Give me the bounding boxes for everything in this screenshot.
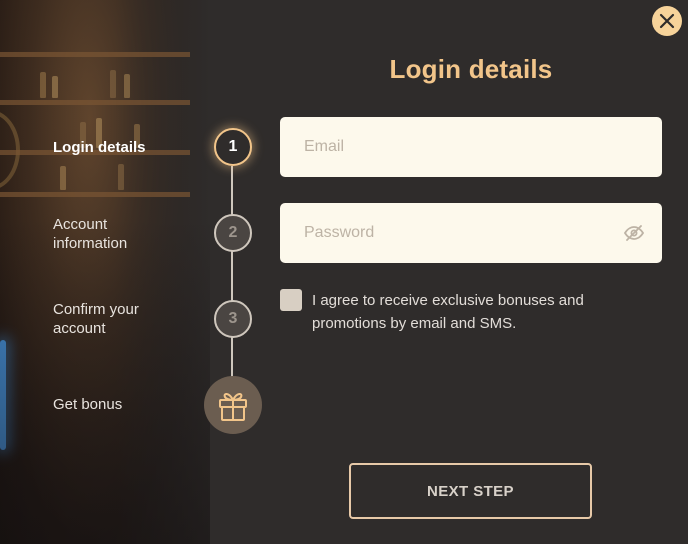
step-number: 1 (228, 138, 238, 155)
eye-off-icon (624, 225, 644, 241)
password-visibility-toggle[interactable] (622, 222, 646, 244)
step-1-indicator: 1 (214, 128, 252, 166)
email-input[interactable] (280, 117, 662, 177)
next-step-button[interactable]: NEXT STEP (349, 463, 592, 519)
step-number: 3 (228, 310, 238, 327)
gift-icon (219, 393, 247, 421)
step-3-indicator: 3 (214, 300, 252, 338)
step-label-login-details: Login details (53, 139, 146, 156)
step-label-confirm-account: Confirm your account (53, 301, 139, 337)
background-fade (0, 0, 210, 544)
page-title: Login details (389, 54, 553, 84)
background-bar-image (0, 0, 210, 544)
close-icon (659, 13, 675, 29)
step-number: 2 (228, 224, 238, 241)
step-label-get-bonus: Get bonus (53, 396, 123, 413)
consent-checkbox[interactable] (280, 289, 302, 311)
stepper-line (231, 166, 233, 378)
consent-label: I agree to receive exclusive bonuses and… (312, 292, 584, 332)
password-input[interactable] (280, 203, 662, 263)
step-label-account-information: Account information (53, 216, 128, 252)
step-2-indicator: 2 (214, 214, 252, 252)
close-button[interactable] (652, 6, 682, 36)
step-4-indicator (204, 376, 262, 434)
